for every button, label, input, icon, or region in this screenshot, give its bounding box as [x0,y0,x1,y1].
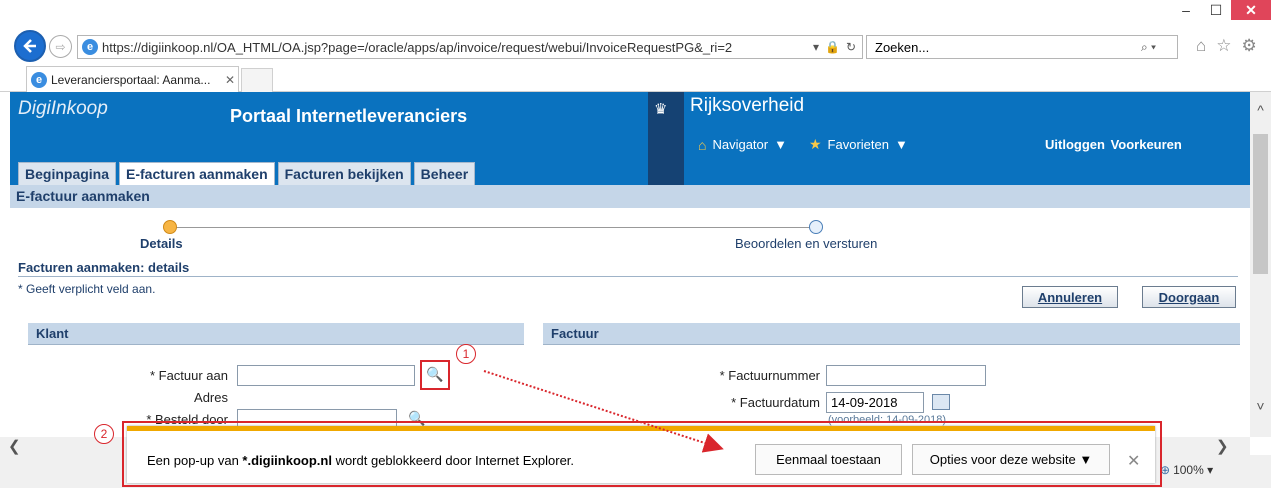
close-tab-icon[interactable]: ✕ [222,73,238,87]
site-options-label: Opties voor deze website [929,452,1076,467]
back-button[interactable] [14,30,46,62]
org-name: Rijksoverheid [690,95,805,116]
refresh-icon[interactable]: ↻ [846,40,856,54]
vertical-scrollbar[interactable]: ^ ˅ [1250,92,1271,437]
page-title: Facturen aanmaken: details [18,260,190,275]
adres-label: Adres [194,390,228,405]
user-links: Uitloggen Voorkeuren [1045,137,1182,152]
back-arrow-icon [23,39,36,53]
brand-logo: DigiInkoop [18,98,108,119]
rijksoverheid-logo-bar: ♛ [648,92,684,185]
zoom-level: 100% [1173,463,1204,477]
favorieten-menu[interactable]: ★ Favorieten ▼ [809,136,908,153]
cancel-button[interactable]: Annuleren [1022,286,1118,308]
allow-once-button[interactable]: Eenmaal toestaan [755,444,902,475]
factuur-aan-label: * Factuur aan [149,368,228,383]
lock-icon[interactable]: 🔒 [825,40,840,54]
search-icon[interactable]: ⌕ ▾ [1141,40,1177,55]
annotation-badge-1: 1 [456,344,476,364]
portal-title: Portaal Internetleveranciers [230,106,468,126]
navigator-label: Navigator [712,137,769,152]
logout-link[interactable]: Uitloggen [1045,137,1105,152]
address-bar[interactable]: e https://digiinkoop.nl/OA_HTML/OA.jsp?p… [77,35,863,59]
navigator-menu[interactable]: ⌂ Navigator ▼ [698,136,787,153]
tab-beginpagina[interactable]: Beginpagina [18,162,117,185]
tab-facturen-bekijken[interactable]: Facturen bekijken [277,162,411,185]
maximize-button[interactable]: ☐ [1201,0,1231,20]
favorieten-label: Favorieten [827,137,889,152]
train-step-1-marker [163,220,177,234]
search-box[interactable]: Zoeken... ⌕ ▾ [866,35,1178,59]
factuurnummer-input[interactable] [826,365,986,386]
tab-e-facturen-aanmaken[interactable]: E-facturen aanmaken [119,162,275,185]
factuur-aan-input[interactable] [237,365,415,386]
address-tools: ▾ 🔒 ↻ [807,40,862,54]
train-step-2-label: Beoordelen en versturen [735,236,878,251]
crest-icon: ♛ [654,101,668,118]
global-nav: ⌂ Navigator ▼ ★ Favorieten ▼ [698,136,908,153]
browser-tab[interactable]: e Leveranciersportaal: Aanma... ✕ [26,66,239,92]
favorites-folder-icon: ★ [808,136,822,152]
portal-banner: DigiInkoop Portaal Internetleveranciers … [10,92,1250,185]
highlight-box-lov [420,360,450,390]
factuurdatum-label: * Factuurdatum [731,395,820,410]
divider [18,276,1238,277]
forward-arrow-icon: ⇨ [55,39,66,54]
ie-favicon-icon: e [31,71,47,88]
annotation-badge-2: 2 [94,424,114,444]
window-controls: – ☐ ✕ [1171,0,1271,22]
chevron-down-icon: ▼ [1079,452,1093,467]
preferences-link[interactable]: Voorkeuren [1111,137,1182,152]
popup-message-domain: *.digiinkoop.nl [242,453,332,468]
ie-favicon-icon: e [82,39,98,55]
new-tab-button[interactable] [241,68,273,92]
scroll-up-icon[interactable]: ^ [1250,102,1271,118]
popup-message-pre: Een pop-up van [147,453,243,468]
factuurdatum-input[interactable]: 14-09-2018 [826,392,924,413]
required-note: * Geeft verplicht veld aan. [18,282,156,296]
scroll-thumb[interactable] [1253,134,1268,274]
factuur-section-header: Factuur [543,323,1240,345]
search-input[interactable]: Zoeken... [875,40,1141,55]
scroll-down-icon[interactable]: ˅ [1250,398,1271,414]
popup-message: Een pop-up van *.digiinkoop.nl wordt geb… [147,453,574,468]
dropdown-icon[interactable]: ▾ [813,40,819,54]
train-line [170,227,816,228]
page-viewport: DigiInkoop Portaal Internetleveranciers … [10,92,1250,437]
factuurnummer-label: * Factuurnummer [719,368,820,383]
browser-tab-title: Leveranciersportaal: Aanma... [51,72,211,87]
continue-button[interactable]: Doorgaan [1142,286,1236,308]
calendar-icon[interactable] [932,394,950,410]
popup-message-post: wordt geblokkeerd door Internet Explorer… [331,453,575,468]
tab-bar: e Leveranciersportaal: Aanma... ✕ [0,64,1271,92]
forward-button[interactable]: ⇨ [49,35,72,58]
popup-blocked-notification: Een pop-up van *.digiinkoop.nl wordt geb… [127,426,1155,483]
sub-title-bar: E-factuur aanmaken [10,185,1250,208]
browser-chrome: – ☐ ✕ ⇨ e https://digiinkoop.nl/OA_HTML/… [0,0,1271,92]
settings-gear-icon[interactable]: ⚙ [1242,36,1257,56]
scroll-left-icon[interactable]: ❮ [8,437,21,455]
chevron-down-icon: ▼ [774,137,787,152]
train-step-2-marker [809,220,823,234]
site-options-button[interactable]: Opties voor deze website ▼ [912,444,1110,475]
url-text[interactable]: https://digiinkoop.nl/OA_HTML/OA.jsp?pag… [102,40,807,55]
favorites-star-icon[interactable]: ☆ [1216,36,1231,56]
klant-section-header: Klant [28,323,524,345]
chevron-down-icon: ▼ [894,137,908,152]
close-icon[interactable]: ✕ [1127,451,1140,471]
scroll-right-icon[interactable]: ❯ [1216,437,1229,455]
home-icon: ⌂ [698,136,707,153]
close-window-button[interactable]: ✕ [1231,0,1271,20]
tab-beheer[interactable]: Beheer [413,162,476,185]
zoom-control[interactable]: ⊕ 100% ▾ [1160,463,1213,477]
portal-tabs: Beginpagina E-facturen aanmaken Facturen… [18,162,476,185]
train-step-1-label: Details [140,236,183,251]
toolbar-icons: ⌂ ☆ ⚙ [1196,36,1257,56]
home-icon[interactable]: ⌂ [1196,36,1206,56]
minimize-button[interactable]: – [1171,0,1201,20]
